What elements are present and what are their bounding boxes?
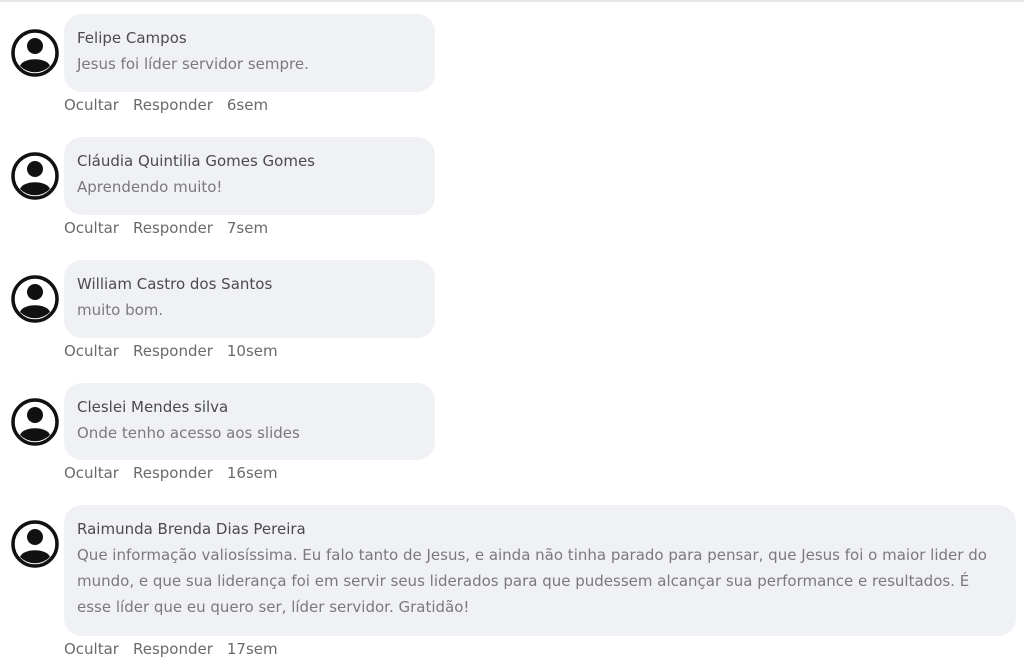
comment-timestamp: 10sem	[226, 342, 278, 360]
comment-timestamp: 6sem	[226, 96, 269, 114]
comment-author[interactable]: Felipe Campos	[77, 27, 422, 49]
comment-text: muito bom.	[77, 301, 164, 319]
comment-actions: Ocultar Responder 16sem	[64, 463, 292, 483]
hide-button[interactable]: Ocultar	[64, 640, 119, 658]
comment-timestamp: 16sem	[226, 464, 278, 482]
hide-button[interactable]: Ocultar	[64, 464, 119, 482]
user-avatar-icon[interactable]	[11, 152, 59, 200]
user-avatar-icon[interactable]	[11, 29, 59, 77]
user-avatar-icon[interactable]	[11, 398, 59, 446]
hide-button[interactable]: Ocultar	[64, 219, 119, 237]
comment-author[interactable]: William Castro dos Santos	[77, 273, 422, 295]
user-avatar-icon[interactable]	[11, 275, 59, 323]
comment-bubble: Cláudia Quintilia Gomes Gomes Aprendendo…	[64, 137, 435, 215]
comment-actions: Ocultar Responder 7sem	[64, 218, 282, 238]
user-avatar-icon[interactable]	[11, 520, 59, 568]
comment-actions: Ocultar Responder 17sem	[64, 639, 292, 659]
comment-actions: Ocultar Responder 6sem	[64, 95, 282, 115]
reply-button[interactable]: Responder	[133, 96, 213, 114]
comment-author[interactable]: Cláudia Quintilia Gomes Gomes	[77, 150, 422, 172]
comment-timestamp: 7sem	[226, 219, 269, 237]
reply-button[interactable]: Responder	[133, 342, 213, 360]
comment-bubble: Cleslei Mendes silva Onde tenho acesso a…	[64, 383, 435, 460]
reply-button[interactable]: Responder	[133, 464, 213, 482]
reply-button[interactable]: Responder	[133, 219, 213, 237]
comment-bubble: Raimunda Brenda Dias Pereira Que informa…	[64, 505, 1016, 636]
comment-text: Que informação valiosíssima. Eu falo tan…	[77, 546, 987, 616]
comment-author[interactable]: Raimunda Brenda Dias Pereira	[77, 518, 1003, 540]
comment-author[interactable]: Cleslei Mendes silva	[77, 396, 422, 418]
comment-text: Onde tenho acesso aos slides	[77, 424, 300, 442]
reply-button[interactable]: Responder	[133, 640, 213, 658]
comment-bubble: Felipe Campos Jesus foi líder servidor s…	[64, 14, 435, 92]
hide-button[interactable]: Ocultar	[64, 96, 119, 114]
top-divider	[0, 0, 1024, 2]
comment-actions: Ocultar Responder 10sem	[64, 341, 292, 361]
comment-text: Aprendendo muito!	[77, 178, 223, 196]
hide-button[interactable]: Ocultar	[64, 342, 119, 360]
comment-timestamp: 17sem	[226, 640, 278, 658]
comment-text: Jesus foi líder servidor sempre.	[77, 55, 309, 73]
comment-bubble: William Castro dos Santos muito bom.	[64, 260, 435, 338]
